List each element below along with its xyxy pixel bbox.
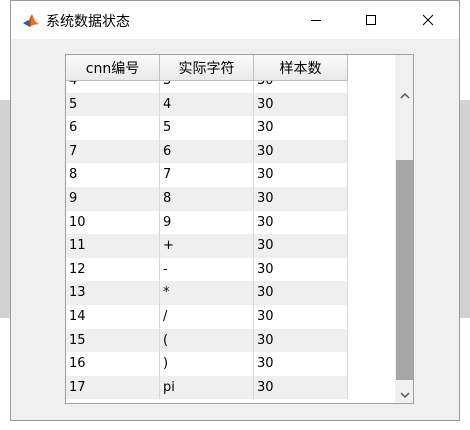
table-cell-actual-char[interactable]: *	[160, 281, 254, 305]
table-cell-sample-count[interactable]: 30	[254, 210, 348, 235]
table-cell-cnn-id[interactable]: 16	[66, 352, 160, 376]
table-cell-sample-count[interactable]: 30	[254, 304, 348, 329]
close-button[interactable]	[405, 1, 451, 39]
maximize-button[interactable]	[348, 1, 394, 39]
table-cell-cnn-id[interactable]: 5	[66, 92, 160, 117]
table-cell-sample-count[interactable]: 30	[254, 116, 348, 140]
table-cell-actual-char[interactable]: 6	[160, 139, 254, 164]
data-table[interactable]: 4 3 30 5 4 30 6 5 30 7 6 30 8 7	[65, 54, 414, 404]
vertical-scrollbar[interactable]	[395, 55, 413, 403]
maximize-icon	[365, 11, 377, 30]
table-cell-actual-char[interactable]: )	[160, 352, 254, 376]
scroll-up-button[interactable]	[395, 83, 413, 103]
table-cell-cnn-id[interactable]: 12	[66, 257, 160, 282]
column-header-cnn-id[interactable]: cnn编号	[66, 55, 160, 81]
chevron-up-icon	[399, 84, 410, 103]
table-row[interactable]: 13 * 30	[66, 281, 348, 305]
table-cell-cnn-id[interactable]: 6	[66, 116, 160, 140]
table-cell-cnn-id[interactable]: 8	[66, 163, 160, 187]
matlab-icon	[22, 12, 40, 28]
chevron-down-icon	[399, 384, 410, 403]
table-row[interactable]: 8 7 30	[66, 163, 348, 187]
table-cell-actual-char[interactable]: 8	[160, 186, 254, 211]
scroll-down-button[interactable]	[395, 383, 413, 403]
minimize-button[interactable]	[293, 1, 339, 39]
table-cell-actual-char[interactable]: +	[160, 234, 254, 258]
table-cell-cnn-id[interactable]: 11	[66, 234, 160, 258]
table-cell-cnn-id[interactable]: 14	[66, 304, 160, 329]
table-header: cnn编号 实际字符 样本数	[66, 55, 348, 81]
table-row[interactable]: 15 ( 30	[66, 328, 348, 353]
table-cell-sample-count[interactable]: 30	[254, 352, 348, 376]
table-cell-cnn-id[interactable]: 17	[66, 375, 160, 400]
table-row[interactable]: 17 pi 30	[66, 375, 348, 400]
table-cell-sample-count[interactable]: 30	[254, 139, 348, 164]
table-cell-actual-char[interactable]: -	[160, 257, 254, 282]
table-cell-actual-char[interactable]: 5	[160, 116, 254, 140]
window-title: 系统数据状态	[46, 14, 130, 30]
table-cell-sample-count[interactable]: 30	[254, 281, 348, 305]
table-cell-cnn-id[interactable]: 9	[66, 186, 160, 211]
table-cell-sample-count[interactable]: 30	[254, 257, 348, 282]
scrollbar-thumb[interactable]	[396, 160, 413, 380]
table-cell-actual-char[interactable]: 9	[160, 210, 254, 235]
title-bar[interactable]: 系统数据状态	[11, 1, 459, 39]
table-row[interactable]: 6 5 30	[66, 116, 348, 140]
table-cell-cnn-id[interactable]: 10	[66, 210, 160, 235]
table-cell-actual-char[interactable]: 7	[160, 163, 254, 187]
minimize-icon	[310, 11, 322, 30]
column-header-sample-count[interactable]: 样本数	[254, 55, 348, 81]
table-cell-actual-char[interactable]: (	[160, 328, 254, 353]
table-cell-actual-char[interactable]: /	[160, 304, 254, 329]
table-row[interactable]: 9 8 30	[66, 186, 348, 211]
table-body: 4 3 30 5 4 30 6 5 30 7 6 30 8 7	[66, 69, 348, 400]
table-cell-actual-char[interactable]: pi	[160, 375, 254, 400]
table-cell-actual-char[interactable]: 4	[160, 92, 254, 117]
table-row[interactable]: 5 4 30	[66, 92, 348, 117]
table-cell-cnn-id[interactable]: 13	[66, 281, 160, 305]
table-row[interactable]: 7 6 30	[66, 139, 348, 164]
table-row[interactable]: 12 - 30	[66, 257, 348, 282]
table-cell-sample-count[interactable]: 30	[254, 328, 348, 353]
table-cell-sample-count[interactable]: 30	[254, 92, 348, 117]
table-cell-sample-count[interactable]: 30	[254, 163, 348, 187]
column-header-actual-char[interactable]: 实际字符	[160, 55, 254, 81]
close-icon	[422, 11, 434, 30]
table-row[interactable]: 11 + 30	[66, 234, 348, 258]
table-cell-cnn-id[interactable]: 7	[66, 139, 160, 164]
table-row[interactable]: 10 9 30	[66, 210, 348, 235]
app-window: 系统数据状态 4 3 30 5 4 3	[10, 0, 460, 421]
table-row[interactable]: 14 / 30	[66, 304, 348, 329]
table-cell-cnn-id[interactable]: 15	[66, 328, 160, 353]
table-cell-sample-count[interactable]: 30	[254, 186, 348, 211]
table-row[interactable]: 16 ) 30	[66, 352, 348, 376]
table-cell-sample-count[interactable]: 30	[254, 234, 348, 258]
table-cell-sample-count[interactable]: 30	[254, 375, 348, 400]
